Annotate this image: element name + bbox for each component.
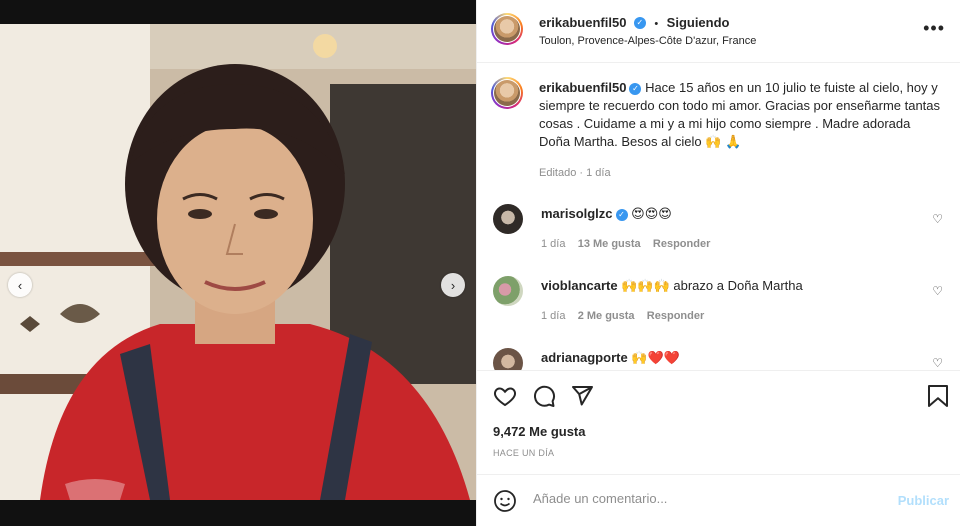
author-photo (494, 80, 520, 106)
comment-username[interactable]: vioblancarte (541, 278, 618, 293)
comment-time: 1 día (541, 310, 566, 322)
comment-text: 😍😍😍 (631, 206, 672, 221)
next-slide-button[interactable]: › (441, 273, 465, 297)
comment-meta: 1 día 13 Me gusta Responder (541, 238, 710, 250)
post-timestamp: HACE UN DÍA (493, 448, 555, 458)
comment-like-heart-icon[interactable]: ♡ (932, 212, 943, 226)
comment-body: vioblancarte 🙌🙌🙌 abrazo a Doña Martha (541, 278, 803, 294)
reply-button[interactable]: Responder (647, 310, 704, 322)
comment-item: vioblancarte 🙌🙌🙌 abrazo a Doña Martha 1 … (493, 274, 953, 334)
photo-illustration (0, 24, 476, 500)
comments-list[interactable]: erikabuenfil50 ✓ Hace 15 años en un 10 ju… (477, 62, 960, 370)
chevron-left-icon: ‹ (17, 277, 23, 293)
verified-badge-icon: ✓ (633, 16, 646, 29)
comment-text: 🙌🙌🙌 abrazo a Doña Martha (621, 278, 803, 293)
bookmark-icon (928, 385, 948, 407)
media-viewer: ‹ › (0, 0, 476, 526)
comment-likes[interactable]: 2 Me gusta (578, 310, 635, 322)
post-location[interactable]: Toulon, Provence-Alpes-Côte D'azur, Fran… (539, 35, 756, 47)
comment-item: marisolglzc ✓ 😍😍😍 1 día 13 Me gusta Respo… (493, 202, 953, 262)
author-photo (494, 16, 520, 42)
comment-text: 🙌❤️❤️ (631, 350, 680, 365)
post-header: erikabuenfil50 ✓ • Siguiendo Toulon, Pro… (477, 0, 960, 63)
likes-count[interactable]: 9,472 Me gusta (493, 424, 586, 439)
comment-time: 1 día (541, 238, 566, 250)
following-button[interactable]: Siguiendo (667, 15, 730, 30)
separator-dot: • (654, 18, 659, 30)
emoji-picker-button[interactable] (493, 489, 517, 518)
emoji-icon (494, 490, 516, 512)
verified-badge-icon: ✓ (615, 208, 628, 221)
caption-meta: Editado · 1 día (539, 167, 611, 179)
reply-button[interactable]: Responder (653, 238, 710, 250)
save-button[interactable] (927, 384, 949, 413)
share-button[interactable] (570, 384, 594, 413)
post-photo[interactable]: ‹ › (0, 24, 476, 500)
comment-meta: 1 día 2 Me gusta Responder (541, 310, 704, 322)
comment-like-heart-icon[interactable]: ♡ (932, 284, 943, 298)
comment-body: marisolglzc ✓ 😍😍😍 (541, 206, 672, 222)
verified-badge-icon: ✓ (629, 82, 642, 95)
commenter-avatar[interactable] (493, 348, 523, 370)
comment-item: adrianagporte 🙌❤️❤️ ♡ (493, 346, 953, 370)
comment-like-heart-icon[interactable]: ♡ (932, 356, 943, 370)
heart-icon (494, 387, 516, 407)
author-avatar[interactable] (491, 13, 523, 45)
comment-likes[interactable]: 13 Me gusta (578, 238, 641, 250)
edited-label: Editado (539, 167, 577, 179)
chevron-right-icon: › (450, 277, 456, 293)
comment-icon (534, 385, 555, 407)
share-icon (572, 386, 593, 406)
comment-username[interactable]: adrianagporte (541, 350, 628, 365)
author-username[interactable]: erikabuenfil50 (539, 15, 626, 30)
caption-avatar[interactable] (491, 77, 523, 109)
caption-time: 1 día (586, 167, 611, 179)
post-sidebar: erikabuenfil50 ✓ • Siguiendo Toulon, Pro… (476, 0, 960, 526)
comment-composer: Publicar (477, 474, 960, 527)
comment-username[interactable]: marisolglzc (541, 206, 613, 221)
more-icon: ••• (923, 18, 945, 38)
comment-input[interactable] (531, 490, 875, 507)
comment-body: adrianagporte 🙌❤️❤️ (541, 350, 680, 366)
commenter-avatar[interactable] (493, 276, 523, 306)
commenter-avatar[interactable] (493, 204, 523, 234)
more-options-button[interactable]: ••• (923, 18, 945, 39)
comment-button[interactable] (532, 384, 556, 413)
publish-button[interactable]: Publicar (898, 493, 949, 508)
previous-slide-button[interactable]: ‹ (8, 273, 32, 297)
post-actions: 9,472 Me gusta HACE UN DÍA (477, 370, 960, 471)
caption: erikabuenfil50 ✓ Hace 15 años en un 10 ju… (539, 79, 944, 151)
caption-username[interactable]: erikabuenfil50 (539, 80, 626, 95)
like-button[interactable] (493, 384, 517, 413)
